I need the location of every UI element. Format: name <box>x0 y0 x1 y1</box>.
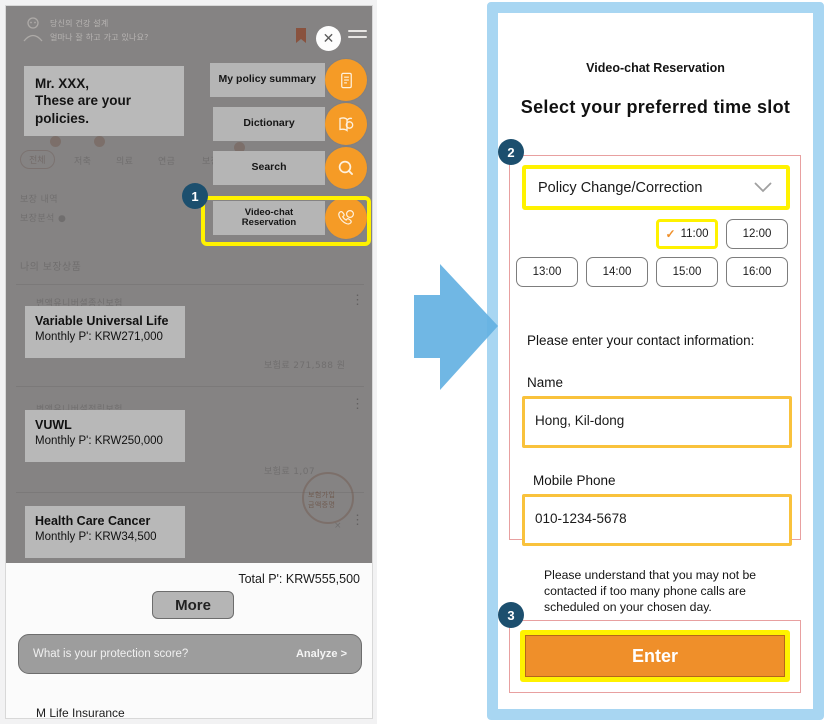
policy-card-1[interactable]: Variable Universal Life Monthly P': KRW2… <box>25 306 185 358</box>
time-slot-1500[interactable]: 15:00 <box>656 257 718 287</box>
close-icon[interactable]: ✕ <box>316 26 341 51</box>
policy-premium-2: Monthly P': KRW250,000 <box>35 435 163 448</box>
time-slot-1500-label: 15:00 <box>672 266 702 278</box>
ribbon-icon[interactable] <box>294 28 308 44</box>
header-korean-line-1: 당신의 건강 설계 <box>50 19 109 28</box>
time-slot-1600[interactable]: 16:00 <box>726 257 788 287</box>
time-slot-row-2: 13:00 14:00 15:00 16:00 <box>516 257 794 287</box>
step-badge-3: 3 <box>498 602 524 628</box>
avatar-icon <box>23 17 43 42</box>
brand-label: M Life Insurance <box>36 706 125 719</box>
protection-score-analyze-link[interactable]: Analyze > <box>296 648 347 660</box>
reservation-topic-value: Policy Change/Correction <box>538 179 703 196</box>
hamburger-menu-icon[interactable] <box>348 30 367 44</box>
greeting-speech-bubble: Mr. XXX, These are your policies. <box>24 66 184 136</box>
book-icon-glyph <box>339 117 354 132</box>
menu-label-policy-summary[interactable]: My policy summary <box>209 63 325 97</box>
contact-info-prompt: Please enter your contact information: <box>527 333 755 348</box>
magnifier-icon-glyph <box>338 160 353 175</box>
policy-premium-3: Monthly P': KRW34,500 <box>35 531 157 544</box>
right-phone-panel: Video-chat Reservation Select your prefe… <box>487 2 824 720</box>
magnifier-icon[interactable] <box>325 147 367 189</box>
left-phone-panel: 전체 저축 의료 연금 보장 보장 내역 보장분석 ● 나의 보장상품 변액유니… <box>0 0 377 724</box>
time-slot-1400[interactable]: 14:00 <box>586 257 648 287</box>
time-slot-1600-label: 16:00 <box>742 266 772 278</box>
time-slot-grid: ✓ 11:00 12:00 13:00 14:00 15:00 16:00 <box>516 219 794 295</box>
left-phone-header: 당신의 건강 설계 얼마나 잘 하고 가고 있나요? ✕ <box>6 6 372 53</box>
menu-row-search: Search <box>189 147 367 189</box>
time-slot-1400-label: 14:00 <box>602 266 632 278</box>
document-icon[interactable] <box>325 59 367 101</box>
time-slot-1200-label: 12:00 <box>742 228 772 240</box>
page-title: Video-chat Reservation <box>586 61 725 75</box>
document-icon-glyph <box>340 72 352 88</box>
total-premium-label: Total P': KRW555,500 <box>238 572 360 586</box>
time-slot-spacer-b <box>586 219 648 249</box>
time-slot-spacer-a <box>516 219 578 249</box>
phone-field-label: Mobile Phone <box>533 473 616 488</box>
time-slot-1100-label: 11:00 <box>680 228 709 240</box>
time-slot-1200[interactable]: 12:00 <box>726 219 788 249</box>
menu-row-video-chat-reservation: Video-chat Reservation <box>189 197 367 239</box>
time-slot-1100[interactable]: ✓ 11:00 <box>656 219 718 249</box>
policy-name-3: Health Care Cancer <box>35 514 151 528</box>
book-icon[interactable] <box>325 103 367 145</box>
name-field-value: Hong, Kil-dong <box>535 413 625 428</box>
video-call-icon[interactable] <box>325 197 367 239</box>
video-call-icon-glyph <box>338 209 355 225</box>
time-slot-row-1: ✓ 11:00 12:00 <box>516 219 794 249</box>
menu-label-video-chat-reservation[interactable]: Video-chat Reservation <box>213 201 325 235</box>
policy-card-2[interactable]: VUWL Monthly P': KRW250,000 <box>25 410 185 462</box>
flow-arrow-icon <box>414 264 498 390</box>
menu-label-video-chat-text: Video-chat Reservation <box>241 206 297 228</box>
menu-row-policy-summary: My policy summary <box>189 59 367 101</box>
policy-card-3[interactable]: Health Care Cancer Monthly P': KRW34,500 <box>25 506 185 558</box>
policy-name-2: VUWL <box>35 418 72 432</box>
greeting-text: Mr. XXX, These are your policies. <box>35 76 132 126</box>
time-slot-1300-label: 13:00 <box>532 266 562 278</box>
policy-premium-1: Monthly P': KRW271,000 <box>35 331 163 344</box>
step-badge-2: 2 <box>498 139 524 165</box>
more-button[interactable]: More <box>152 591 234 619</box>
step-badge-1: 1 <box>182 183 208 209</box>
menu-label-search[interactable]: Search <box>213 151 325 185</box>
menu-row-dictionary: Dictionary <box>189 103 367 145</box>
header-korean-line-2: 얼마나 잘 하고 가고 있나요? <box>50 33 149 42</box>
reservation-topic-select[interactable]: Policy Change/Correction <box>526 169 786 206</box>
page-heading: Select your preferred time slot <box>520 97 791 117</box>
left-phone-screen: 전체 저축 의료 연금 보장 보장 내역 보장분석 ● 나의 보장상품 변액유니… <box>5 5 373 719</box>
name-field-label: Name <box>527 375 564 390</box>
menu-label-dictionary[interactable]: Dictionary <box>213 107 325 141</box>
enter-button[interactable]: Enter <box>525 635 785 677</box>
time-slot-1300[interactable]: 13:00 <box>516 257 578 287</box>
phone-field-value: 010-1234-5678 <box>535 511 627 526</box>
check-icon: ✓ <box>665 227 676 241</box>
right-phone-screen: Video-chat Reservation Select your prefe… <box>498 13 813 709</box>
chevron-down-icon <box>754 182 772 193</box>
protection-score-banner[interactable]: What is your protection score? Analyze > <box>18 634 362 674</box>
scheduling-note: Please understand that you may not be co… <box>544 568 757 615</box>
protection-score-question: What is your protection score? <box>33 648 189 660</box>
policy-name-1: Variable Universal Life <box>35 314 169 328</box>
screenshot-root: 전체 저축 의료 연금 보장 보장 내역 보장분석 ● 나의 보장상품 변액유니… <box>0 0 827 724</box>
